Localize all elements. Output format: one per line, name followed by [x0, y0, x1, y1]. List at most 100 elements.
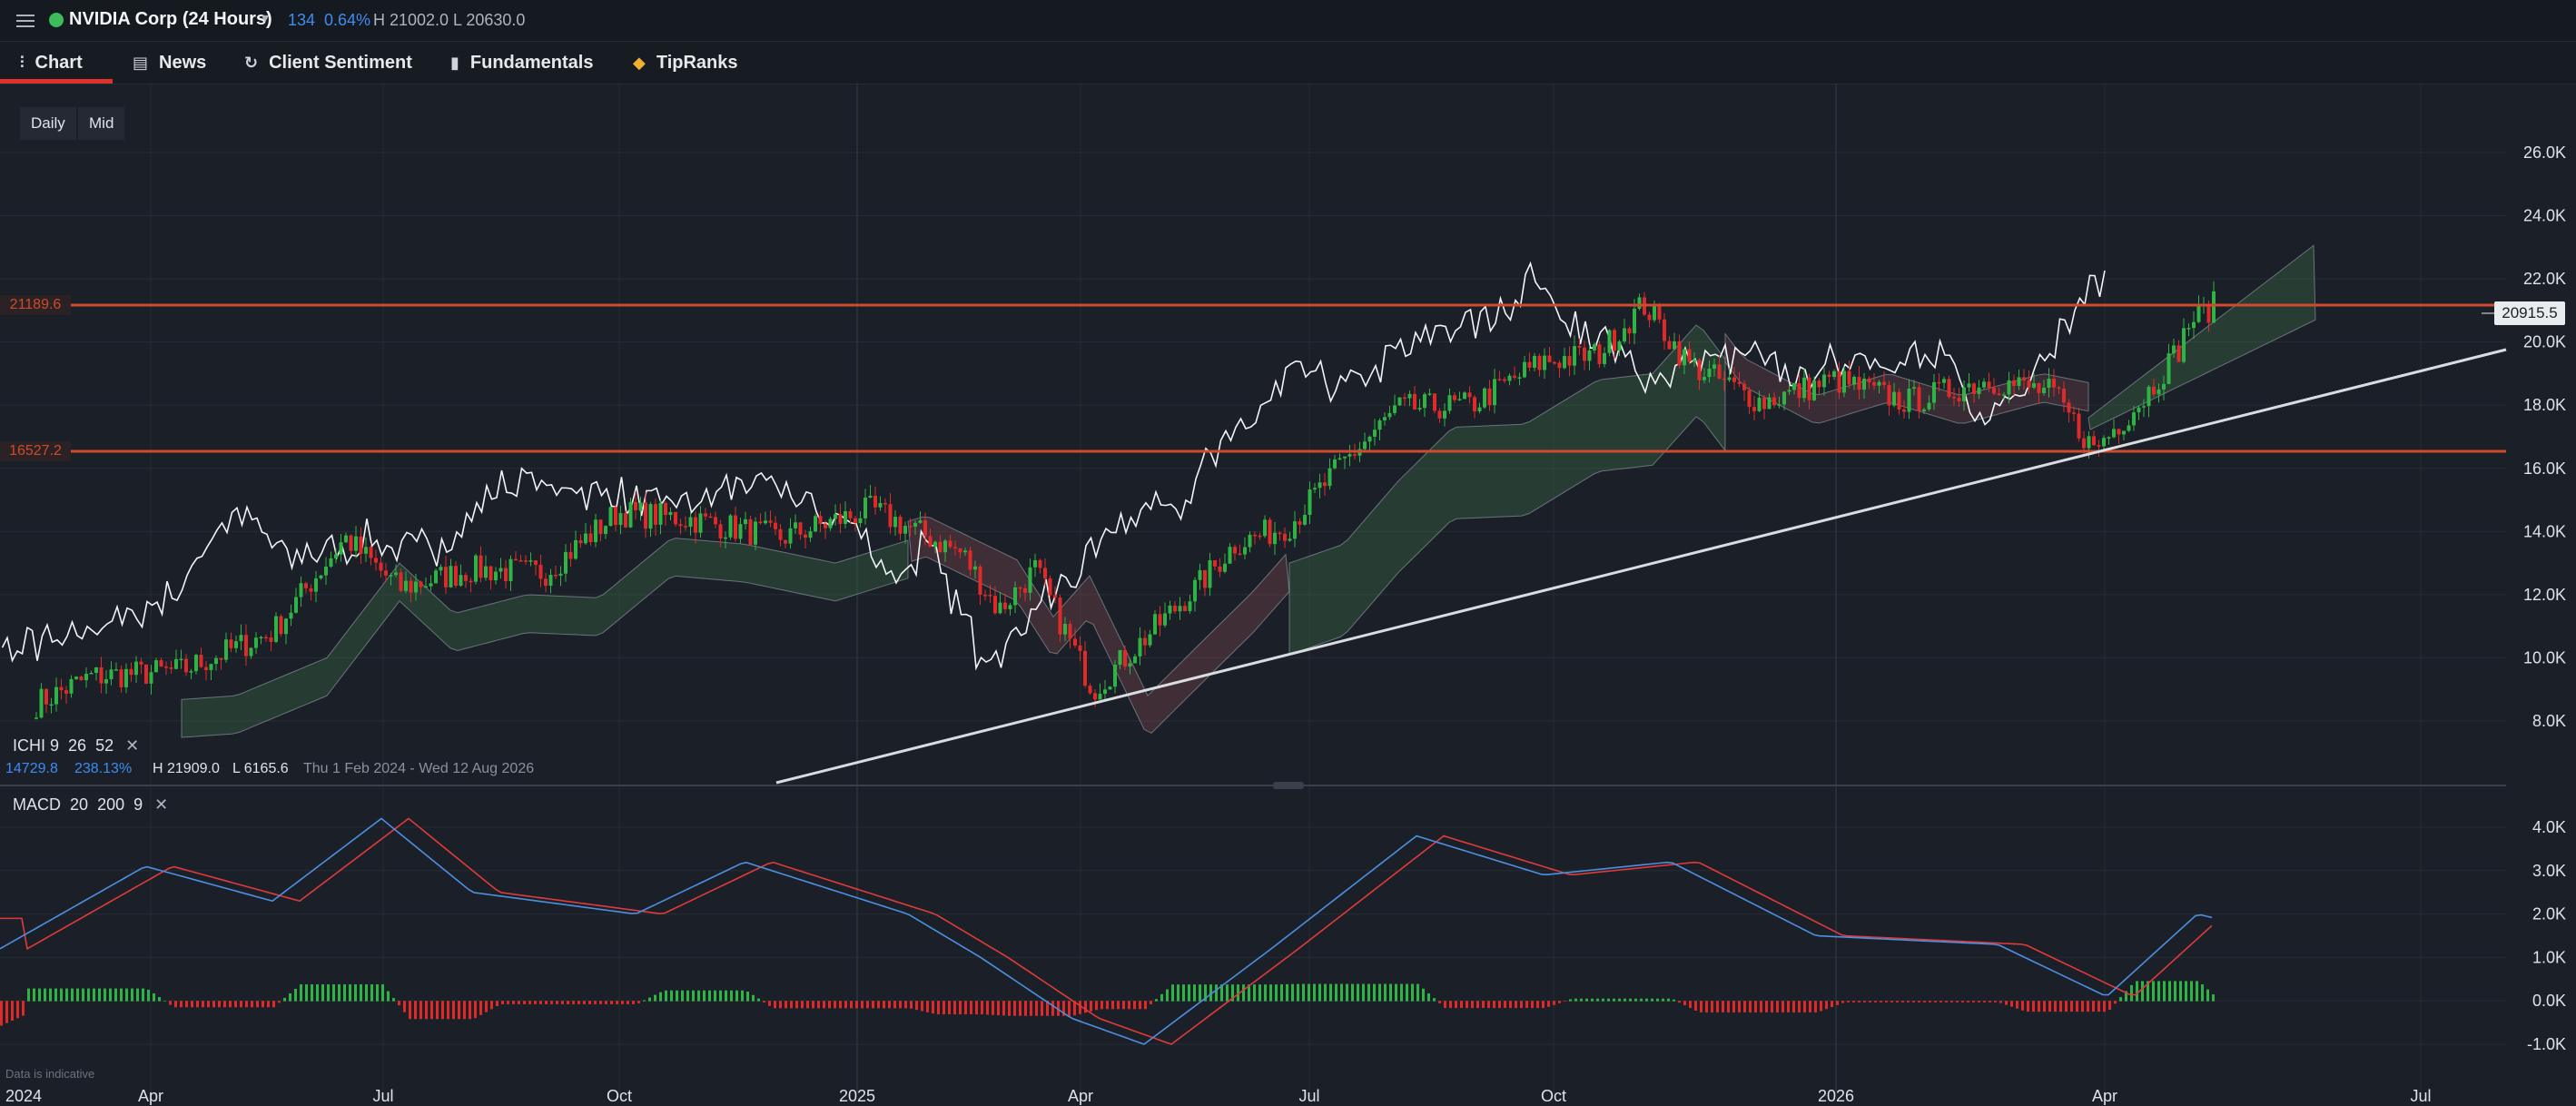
macd-histogram-bar [1781, 1001, 1784, 1012]
candle-body [1637, 297, 1642, 310]
candle-body [1483, 388, 1486, 408]
macd-histogram-bar [605, 1001, 607, 1004]
macd-histogram-bar [1460, 1001, 1463, 1009]
macd-histogram-bar [5, 1001, 8, 1023]
candle-body [1742, 383, 1746, 390]
price-chart[interactable]: 26.0K 24.0K 22.0K 20.0K 18.0K 16.0K 14.0K 12.0K… [0, 0, 2576, 1106]
candle-body [284, 618, 288, 635]
candle-body [1703, 377, 1706, 380]
candle-body [2186, 328, 2191, 330]
macd-histogram-bar [1852, 1001, 1855, 1002]
candle-body [978, 566, 982, 596]
macd-histogram-bar [1406, 983, 1408, 1002]
candle-body [469, 580, 473, 583]
macd-histogram-bar [1133, 1001, 1136, 1010]
macd-histogram-bar [98, 988, 101, 1002]
candle-body [744, 518, 747, 525]
close-icon[interactable]: ✕ [154, 795, 168, 814]
macd-histogram-bar [2157, 981, 2160, 1002]
macd-histogram-bar [2065, 1001, 2068, 1012]
macd-histogram-bar [1961, 1001, 1964, 1002]
candle-body [604, 526, 607, 535]
macd-histogram-bar [637, 1001, 640, 1003]
candle-body [1053, 595, 1057, 598]
macd-histogram-bar [262, 1001, 264, 1008]
macd-indicator[interactable]: MACD 20 200 9 ✕ [13, 795, 168, 815]
candle-body [2132, 412, 2136, 426]
macd-histogram-bar [665, 990, 667, 1002]
candle-body [399, 572, 403, 591]
range-value: 14729.8 [5, 761, 58, 776]
candle-body [1762, 397, 1766, 410]
macd-histogram-bar [861, 1001, 864, 1009]
candle-body [1093, 693, 1097, 700]
candle-body [454, 566, 458, 586]
timeframe-button[interactable]: Daily [20, 107, 76, 140]
macd-histogram-bar [381, 984, 384, 1002]
candle-body [1603, 352, 1606, 364]
macd-histogram-bar [27, 988, 30, 1002]
candle-body [993, 596, 997, 614]
macd-histogram-bar [1836, 1001, 1839, 1005]
candle-body [1862, 378, 1866, 390]
candle-body [1997, 393, 2001, 396]
candle-body [114, 669, 118, 671]
candle-body [394, 572, 398, 576]
range-high: H 21909.0 [153, 761, 220, 776]
candle-body [479, 555, 483, 578]
ichimoku-indicator[interactable]: ICHI 9 26 52 ✕ [13, 736, 139, 755]
price-tick-label: 22.0K [2523, 270, 2566, 288]
candle-body [1263, 519, 1267, 537]
candle-body [1013, 587, 1017, 606]
candle-body [404, 580, 408, 591]
candle-body [174, 658, 178, 669]
candle-body [628, 501, 633, 528]
candle-body [1887, 384, 1891, 406]
candle-body [2052, 379, 2056, 388]
macd-histogram-bar [964, 1001, 967, 1015]
candle-body [1962, 387, 1966, 401]
candle-body [159, 660, 163, 667]
candle-body [1473, 397, 1476, 411]
candle-body [1957, 398, 1961, 401]
macd-histogram-bar [1242, 984, 1245, 1002]
candle-body [444, 567, 448, 588]
macd-histogram-bar [725, 990, 727, 1002]
macd-histogram-bar [1051, 1001, 1054, 1016]
candle-body [1722, 378, 1726, 380]
macd-histogram-bar [1297, 983, 1299, 1002]
price-type-button[interactable]: Mid [78, 107, 125, 140]
macd-histogram-bar [1776, 1001, 1779, 1012]
macd-histogram-bar [1716, 1001, 1719, 1012]
candle-body [908, 526, 913, 528]
macd-histogram-bar [2103, 1001, 2106, 1012]
macd-histogram-bar [1607, 998, 1610, 1002]
ichimoku-param-2: 26 [68, 736, 87, 755]
macd-histogram-bar [114, 988, 117, 1002]
close-icon[interactable]: ✕ [125, 736, 139, 755]
candle-body [1747, 390, 1752, 408]
candle-body [1533, 355, 1536, 368]
macd-param-3: 9 [133, 795, 143, 814]
macd-histogram-bar [1438, 1001, 1441, 1003]
macd-histogram-bar [1787, 1001, 1790, 1012]
candle-body [239, 635, 243, 642]
candle-body [304, 583, 308, 588]
candle-body [1517, 377, 1522, 379]
macd-line [0, 817, 2213, 1045]
macd-histogram-bar [2070, 1001, 2073, 1012]
candle-body [134, 661, 138, 676]
macd-histogram-bar [349, 984, 351, 1002]
macd-histogram-bar [1624, 998, 1626, 1002]
macd-histogram-bar [496, 1001, 498, 1007]
candle-body [2206, 303, 2211, 323]
candle-body [1477, 407, 1482, 411]
macd-histogram-bar [632, 1001, 635, 1004]
candle-body [409, 580, 413, 593]
candle-body [624, 513, 627, 528]
macd-histogram-bar [708, 990, 711, 1002]
candle-body [1233, 547, 1237, 554]
macd-histogram-bar [305, 984, 308, 1002]
macd-histogram-bar [1253, 984, 1256, 1002]
macd-histogram-bar [883, 1001, 885, 1009]
